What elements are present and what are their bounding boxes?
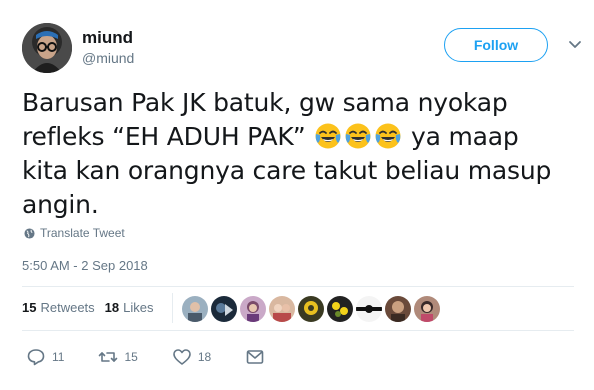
liker-avatar[interactable] <box>327 296 353 322</box>
follow-button[interactable]: Follow <box>444 28 548 62</box>
like-button[interactable]: 18 <box>172 347 211 367</box>
likes-label: Likes <box>123 300 154 315</box>
retweets-stat[interactable]: 15 Retweets <box>22 300 95 315</box>
liker-avatar[interactable] <box>414 296 440 322</box>
tweet-text: Barusan Pak JK batuk, gw sama nyokap ref… <box>22 86 562 222</box>
liker-avatar[interactable] <box>385 296 411 322</box>
liker-avatar[interactable] <box>211 296 237 322</box>
liker-avatar[interactable] <box>356 296 382 322</box>
user-handle[interactable]: @miund <box>82 50 134 66</box>
retweet-button[interactable]: 15 <box>98 347 138 367</box>
tweet-line-segment: ya maap <box>411 122 519 151</box>
follow-button-label: Follow <box>473 37 519 53</box>
tweet-line-segment: refleks “EH ADUH PAK” <box>22 122 306 151</box>
chevron-down-icon[interactable] <box>568 40 582 50</box>
direct-message-button[interactable] <box>245 347 271 367</box>
tweet-line: kita kan orangnya care takut beliau masu… <box>22 156 552 185</box>
retweets-label: Retweets <box>40 300 95 315</box>
liker-avatar[interactable] <box>269 296 295 322</box>
face-with-tears-of-joy-emoji-icon <box>375 123 401 149</box>
like-count: 18 <box>197 350 212 364</box>
tweet-line: refleks “EH ADUH PAK” ya maap <box>22 120 562 154</box>
liker-avatar[interactable] <box>298 296 324 322</box>
translate-tweet-link[interactable]: Translate Tweet <box>24 226 125 240</box>
face-with-tears-of-joy-emoji-icon <box>345 123 371 149</box>
globe-icon <box>24 227 35 239</box>
retweet-icon <box>99 352 118 362</box>
liker-avatar[interactable] <box>240 296 266 322</box>
tweet-card: miund @miund Follow Barusan Pak JK batuk… <box>0 0 594 390</box>
likes-count: 18 <box>104 300 120 315</box>
reply-icon <box>27 349 45 366</box>
heart-icon <box>173 349 191 365</box>
reply-button[interactable]: 11 <box>26 347 64 367</box>
translate-tweet-label: Translate Tweet <box>40 226 125 240</box>
display-name[interactable]: miund <box>82 28 133 48</box>
tweet-line: angin. <box>22 190 99 219</box>
tweet-stats: 15 Retweets 18 Likes <box>22 300 164 315</box>
retweet-count: 15 <box>124 350 138 364</box>
divider <box>22 330 574 331</box>
tweet-actions: 11 15 18 <box>26 347 305 367</box>
likers-avatars <box>182 296 443 322</box>
reply-count: 11 <box>52 350 65 364</box>
tweet-line: Barusan Pak JK batuk, gw sama nyokap <box>22 88 508 117</box>
retweets-count: 15 <box>22 300 37 315</box>
face-with-tears-of-joy-emoji-icon <box>315 123 341 149</box>
divider <box>22 286 574 287</box>
envelope-icon <box>246 350 264 364</box>
likes-stat[interactable]: 18 Likes <box>105 300 154 315</box>
tweet-timestamp[interactable]: 5:50 AM - 2 Sep 2018 <box>22 258 148 273</box>
avatar[interactable] <box>22 23 72 73</box>
liker-avatar[interactable] <box>182 296 208 322</box>
stats-separator <box>172 293 173 323</box>
